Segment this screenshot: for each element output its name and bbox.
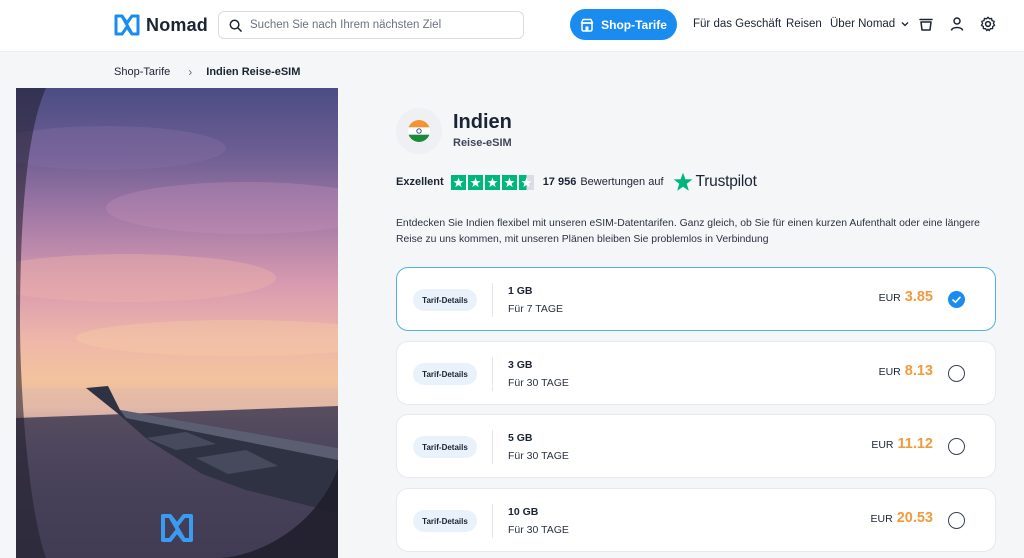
- rating-stars: [450, 174, 534, 190]
- trustpilot-star-icon: [673, 172, 692, 191]
- plan-data-amount: 5 GB: [508, 432, 533, 444]
- plan-duration: Für 30 TAGE: [508, 524, 569, 536]
- shop-plans-button[interactable]: Shop-Tarife: [570, 9, 677, 40]
- breadcrumb-separator: ›: [188, 65, 193, 79]
- chevron-down-icon: [901, 22, 909, 27]
- plan-price: EUR 11.12: [871, 436, 933, 452]
- nomad-logo-icon: [114, 14, 140, 36]
- plan-radio[interactable]: [948, 365, 965, 382]
- plan-details-button[interactable]: Tarif-Details: [413, 436, 477, 458]
- store-icon: [580, 18, 594, 32]
- star-icon: [501, 174, 517, 190]
- top-header: Nomad Shop-Tarife Für das Geschäft Reise…: [0, 0, 1024, 52]
- star-icon: [467, 174, 483, 190]
- plan-radio[interactable]: [948, 438, 965, 455]
- plan-currency: EUR: [878, 292, 901, 304]
- plan-amount: 8.13: [904, 363, 933, 379]
- search-box[interactable]: [218, 11, 524, 39]
- plan-duration: Für 30 TAGE: [508, 450, 569, 462]
- plan-duration: Für 30 TAGE: [508, 377, 569, 389]
- nav-about-label: Über Nomad: [830, 18, 896, 30]
- breadcrumb: Shop-Tarife › Indien Reise-eSIM: [114, 65, 300, 79]
- plan-radio[interactable]: [948, 512, 965, 529]
- plan-price: EUR 20.53: [871, 510, 933, 526]
- plan-details-button[interactable]: Tarif-Details: [413, 289, 477, 311]
- plan-card-1gb[interactable]: Tarif-Details 1 GB Für 7 TAGE EUR 3.85: [396, 267, 996, 331]
- plan-currency: EUR: [878, 366, 901, 378]
- plan-price: EUR 8.13: [879, 363, 933, 379]
- india-flag-icon: [396, 108, 442, 154]
- nav-about[interactable]: Über Nomad: [830, 18, 909, 30]
- plan-divider: [492, 504, 493, 538]
- plan-amount: 20.53: [896, 510, 933, 526]
- plan-details-button[interactable]: Tarif-Details: [413, 363, 477, 385]
- plan-details-button[interactable]: Tarif-Details: [413, 510, 477, 532]
- rating-label: Exzellent: [396, 176, 444, 188]
- star-icon: [484, 174, 500, 190]
- product-description: Entdecken Sie Indien flexibel mit unsere…: [396, 218, 980, 245]
- plan-duration: Für 7 TAGE: [508, 303, 564, 315]
- search-input[interactable]: [250, 19, 510, 31]
- plan-divider: [492, 283, 493, 317]
- plan-price: EUR 3.85: [879, 289, 933, 305]
- plan-divider: [492, 357, 493, 391]
- nav-travel[interactable]: Reisen: [786, 18, 822, 30]
- plan-divider: [492, 430, 493, 464]
- settings-icon[interactable]: [980, 16, 996, 32]
- plan-amount: 11.12: [897, 436, 934, 452]
- plan-amount: 3.85: [904, 289, 933, 305]
- plan-data-amount: 10 GB: [508, 506, 539, 518]
- checkmark-icon: [952, 296, 961, 303]
- user-icon[interactable]: [949, 16, 965, 32]
- plan-card-5gb[interactable]: Tarif-Details 5 GB Für 30 TAGE EUR 11.12: [396, 414, 996, 478]
- breadcrumb-shop-plans[interactable]: Shop-Tarife: [114, 66, 170, 78]
- product-subtitle: Reise-eSIM: [453, 137, 512, 149]
- plan-card-3gb[interactable]: Tarif-Details 3 GB Für 30 TAGE EUR 8.13: [396, 341, 996, 405]
- logo-text: Nomad: [146, 14, 209, 35]
- plan-card-10gb[interactable]: Tarif-Details 10 GB Für 30 TAGE EUR 20.5…: [396, 488, 996, 552]
- plan-data-amount: 3 GB: [508, 359, 533, 371]
- nomad-logo[interactable]: Nomad: [114, 13, 208, 37]
- country-title: Indien: [453, 111, 512, 133]
- search-icon: [229, 19, 242, 32]
- trustpilot-logo: Trustpilot: [673, 172, 757, 192]
- reviews-label: Bewertungen auf: [580, 176, 664, 188]
- breadcrumb-current: Indien Reise-eSIM: [206, 66, 301, 78]
- hero-image: [16, 88, 338, 558]
- cart-icon[interactable]: [918, 16, 934, 32]
- plan-currency: EUR: [871, 439, 894, 451]
- shop-plans-label: Shop-Tarife: [601, 17, 667, 32]
- star-icon: [450, 174, 466, 190]
- trustpilot-text: Trustpilot: [695, 173, 757, 190]
- plan-radio-checked[interactable]: [948, 291, 965, 308]
- nav-business[interactable]: Für das Geschäft: [693, 18, 781, 30]
- trustpilot-rating[interactable]: Exzellent 17 956 Bewertungen auf Trustpi…: [396, 172, 757, 192]
- half-star-icon: [518, 174, 534, 190]
- plan-data-amount: 1 GB: [508, 285, 533, 297]
- reviews-count: 17 956: [542, 176, 577, 188]
- airplane-window-illustration: [16, 88, 338, 558]
- plan-currency: EUR: [870, 513, 893, 525]
